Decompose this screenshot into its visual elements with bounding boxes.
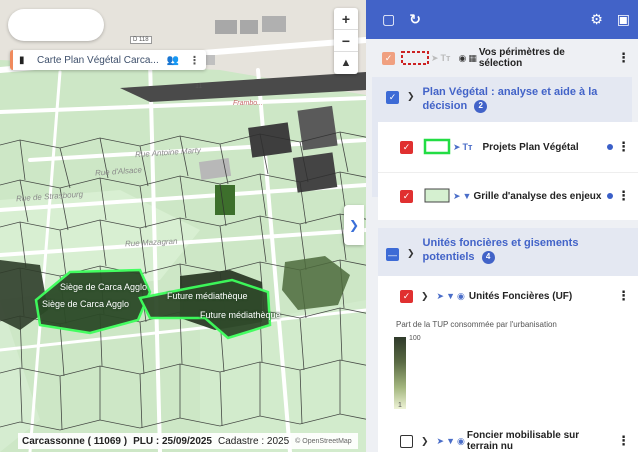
foncier-label: Foncier mobilisable sur terrain nu	[466, 430, 580, 452]
selection-checkbox[interactable]: ✓	[382, 51, 395, 65]
save-icon[interactable]: ▣	[617, 11, 630, 28]
pointer-icon: ➤	[436, 290, 445, 301]
grille-menu-kebab-icon[interactable]: ⋮	[617, 188, 630, 204]
map-title: Carte Plan Végétal Carca...	[37, 54, 159, 66]
image-icon: ▦	[468, 52, 477, 63]
zoom-out-button[interactable]: −	[334, 30, 358, 52]
map-view[interactable]: Frambo... 11 Rue Antoine Marty Rue d'Als…	[0, 0, 366, 452]
group-unites-label: Unités foncières et gisements potentiels	[422, 237, 579, 263]
uf-checkbox[interactable]: ✓	[400, 289, 413, 303]
status-cadastre: Cadastre : 2025	[218, 435, 290, 447]
layer-panel: ▢ ↻ ⚙ ▣ ✓ ➤ Tт ◉ ▦ Vos périmètres de sél…	[366, 0, 638, 452]
palette-icon[interactable]: ◉	[458, 53, 466, 64]
uf-label: Unités Foncières (UF)	[468, 290, 573, 302]
zone-label-siege-1: Siège de Carca Agglo	[60, 282, 148, 292]
group-plan-title: Plan Végétal : analyse et aide à la déci…	[423, 85, 598, 113]
map-title-chip[interactable]: ▮ Carte Plan Végétal Carca... 👥 ⋮	[10, 50, 206, 70]
group-unites-count-badge: 4	[481, 250, 495, 264]
palette-icon[interactable]: ◉	[457, 436, 465, 447]
group-plan-count-badge: 2	[474, 99, 488, 113]
zone-label-mediatheque-1: Future médiathèque	[167, 291, 248, 301]
projets-checkbox[interactable]: ✓	[400, 140, 413, 154]
chevron-down-icon[interactable]: ❯	[421, 436, 429, 447]
zone-label-siege-2: Siège de Carca Agglo	[42, 299, 130, 309]
status-plu: PLU : 25/09/2025	[133, 435, 212, 447]
status-attribution[interactable]: © OpenStreetMap	[295, 438, 352, 445]
group-unites-title: Unités foncières et gisements potentiels…	[423, 236, 603, 264]
map-menu-kebab-icon[interactable]: ⋮	[189, 54, 200, 67]
panel-collapse-handle[interactable]: ❯	[344, 205, 364, 245]
projets-menu-kebab-icon[interactable]: ⋮	[617, 139, 630, 155]
chevron-down-icon[interactable]: ❯	[421, 291, 429, 302]
zoom-in-button[interactable]: +	[334, 8, 358, 30]
projets-symbol-icon	[423, 138, 451, 155]
gear-icon[interactable]: ⚙	[590, 11, 603, 28]
map-status-bar: Carcassonne ( 11069 ) PLU : 25/09/2025 C…	[18, 433, 358, 449]
users-icon[interactable]: 👥	[167, 55, 179, 66]
pointer-icon: ➤	[453, 141, 461, 152]
street-label-frambo: Frambo...	[233, 100, 263, 107]
grille-symbol-icon	[424, 188, 450, 203]
legend-max: 100	[409, 335, 421, 342]
layer-row-selection[interactable]: ✓ ➤ Tт ◉ ▦ Vos périmètres de sélection ⋮	[366, 39, 638, 77]
filter-icon: ▼	[462, 191, 472, 201]
foncier-checkbox[interactable]	[400, 434, 413, 448]
square-icon[interactable]: ▢	[382, 11, 395, 28]
group-plan-header[interactable]: ✓ ❯ Plan Végétal : analyse et aide à la …	[372, 77, 632, 113]
status-dot	[607, 193, 613, 199]
road-marker: D 118	[130, 36, 152, 44]
grille-checkbox[interactable]: ✓	[400, 189, 413, 203]
map-search-box[interactable]	[8, 9, 104, 41]
text-icon: Tт	[462, 142, 473, 152]
legend-title: Part de la TUP consommée par l'urbanisat…	[396, 320, 557, 329]
projets-label: Projets Plan Végétal	[482, 141, 579, 153]
filter-icon: ▼	[446, 291, 456, 301]
palette-icon[interactable]: ◉	[457, 291, 465, 302]
status-dot	[607, 144, 613, 150]
layer-row-foncier[interactable]: ❯ ➤ ▼ ◉ Foncier mobilisable sur terrain …	[378, 424, 638, 452]
grille-label: Grille d'analyse des enjeux	[473, 190, 602, 202]
legend-gradient	[394, 337, 406, 409]
group-unites-header[interactable]: — ❯ Unités foncières et gisements potent…	[378, 228, 638, 264]
selection-layer-label: Vos périmètres de sélection	[478, 47, 565, 69]
street-label-route-number: 11	[195, 83, 203, 90]
legend-min: 1	[398, 402, 402, 409]
layer-row-uf[interactable]: ✓ ❯ ➤ ▼ ◉ Unités Foncières (UF) ⋮	[378, 276, 638, 424]
text-icon: Tт	[440, 53, 451, 63]
group-unites-checkbox[interactable]: —	[386, 248, 399, 261]
selection-symbol-icon	[401, 51, 429, 65]
pointer-icon: ➤	[453, 190, 461, 201]
panel-toolbar: ▢ ↻ ⚙ ▣	[366, 0, 638, 39]
group-plan-checkbox[interactable]: ✓	[386, 91, 399, 104]
refresh-icon[interactable]: ↻	[409, 11, 421, 28]
layer-row-projets[interactable]: ✓ ➤ Tт Projets Plan Végétal ⋮	[378, 122, 638, 172]
compass-button[interactable]: ▲	[334, 52, 358, 74]
chevron-down-icon[interactable]: ❯	[407, 91, 415, 102]
filter-icon: ▼	[446, 436, 456, 446]
status-commune: Carcassonne ( 11069 )	[22, 435, 128, 447]
book-icon: ▮	[19, 54, 25, 66]
layer-row-grille[interactable]: ✓ ➤ ▼ Grille d'analyse des enjeux ⋮	[378, 172, 638, 220]
zoom-control: + − ▲	[334, 8, 358, 74]
chevron-right-icon: ❯	[348, 218, 360, 232]
group-plan-label: Plan Végétal : analyse et aide à la déci…	[422, 86, 598, 112]
selection-menu-kebab-icon[interactable]: ⋮	[617, 50, 630, 66]
zone-label-mediatheque-2: Future médiathèque	[200, 310, 281, 320]
uf-menu-kebab-icon[interactable]: ⋮	[617, 288, 630, 304]
chevron-down-icon[interactable]: ❯	[407, 248, 415, 259]
foncier-menu-kebab-icon[interactable]: ⋮	[617, 433, 630, 449]
pointer-icon: ➤	[431, 52, 439, 63]
pointer-icon: ➤	[436, 435, 445, 446]
